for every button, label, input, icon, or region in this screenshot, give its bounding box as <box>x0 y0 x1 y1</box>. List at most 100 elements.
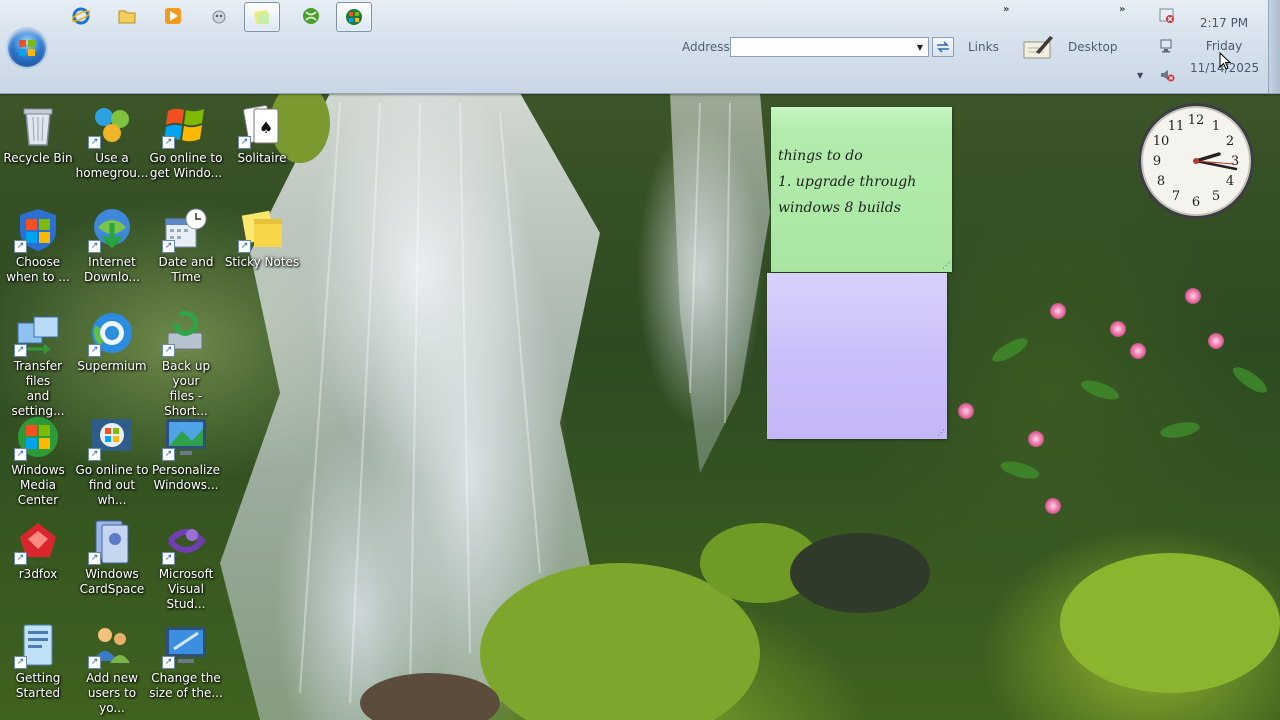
desktop-icon-label: Change the size of the... <box>149 671 223 700</box>
shortcut-arrow-icon: ↗ <box>14 552 27 565</box>
desktop-toolbar-icon[interactable] <box>1022 32 1054 60</box>
shortcut-arrow-icon: ↗ <box>162 448 175 461</box>
shortcut-arrow-icon: ↗ <box>14 656 27 669</box>
links-chevron[interactable]: » <box>1003 4 1009 15</box>
svg-text:11: 11 <box>1168 119 1185 134</box>
taskbar-windows-media-center[interactable] <box>336 2 372 32</box>
personalize-icon: ↗ <box>162 413 210 461</box>
sticky-notes-icon: ↗ <box>238 205 286 253</box>
desktop-icon-supermium[interactable]: ↗ Supermium <box>74 301 150 401</box>
desktop-icon-r3dfox[interactable]: ↗ r3dfox <box>0 509 76 609</box>
desktop-chevron[interactable]: » <box>1119 4 1125 15</box>
sticky-note-green[interactable]: things to do 1. upgrade through windows … <box>771 107 952 272</box>
xbox-icon <box>303 8 319 24</box>
supermium-icon: ↗ <box>88 309 136 357</box>
action-center-error-icon[interactable] <box>1159 8 1175 24</box>
desktop-icon-windows-media-center[interactable]: ↗ Windows Media Center <box>0 405 76 507</box>
taskbar: Address ▼ Links » Desktop » ▼ 2:17 PM Fr… <box>0 0 1280 94</box>
resize-grip-icon[interactable]: ⋰ <box>937 428 945 437</box>
recycle-bin-icon <box>14 101 62 149</box>
address-input-value[interactable] <box>731 42 734 56</box>
links-toolbar-label[interactable]: Links <box>968 40 999 54</box>
svg-text:4: 4 <box>1226 174 1234 189</box>
shortcut-arrow-icon: ↗ <box>162 344 175 357</box>
address-go-button[interactable] <box>932 37 954 57</box>
getting-started-icon: ↗ <box>14 621 62 669</box>
shortcut-arrow-icon: ↗ <box>162 552 175 565</box>
desktop-icon-recycle-bin[interactable]: Recycle Bin <box>0 93 76 193</box>
flower <box>1110 321 1126 337</box>
desktop-icon-users[interactable]: ↗ Add new users to yo... <box>74 613 150 715</box>
flower <box>1028 431 1044 447</box>
folder-icon <box>118 10 136 24</box>
go-arrows-icon <box>937 41 949 53</box>
flower <box>1050 303 1066 319</box>
desktop-icon-label: Solitaire <box>237 151 287 165</box>
svg-text:8: 8 <box>1157 174 1165 189</box>
desktop-icon-internet-download[interactable]: ↗ Internet Downlo... <box>74 197 150 297</box>
quicklaunch-game[interactable] <box>202 2 236 30</box>
desktop-icon-monitor[interactable]: ↗ Change the size of the... <box>148 613 224 713</box>
desktop-toolbar-label[interactable]: Desktop <box>1068 40 1118 54</box>
transfer-files-icon: ↗ <box>14 309 62 357</box>
tray-clock-time[interactable]: 2:17 PM <box>1190 16 1258 30</box>
quicklaunch-ie[interactable] <box>64 2 98 30</box>
desktop-icon-label: Windows Media Center <box>11 463 65 507</box>
desktop-icon-label: Internet Downlo... <box>84 255 140 284</box>
address-field[interactable]: ▼ <box>730 37 929 57</box>
start-button[interactable] <box>8 29 46 67</box>
sticky-notes-taskbar-icon <box>254 10 269 24</box>
desktop-icon-windows-logo[interactable]: ↗ Go online to get Windo... <box>148 93 224 193</box>
quicklaunch-xbox[interactable] <box>294 2 328 30</box>
desktop-icon-cardspace[interactable]: ↗ Windows CardSpace <box>74 509 150 609</box>
svg-text:♠: ♠ <box>259 118 273 137</box>
windows-flag-icon <box>19 40 35 56</box>
svg-text:9: 9 <box>1153 154 1161 169</box>
desktop-icon-sticky-notes[interactable]: ↗ Sticky Notes <box>224 197 300 297</box>
svg-text:6: 6 <box>1192 195 1200 210</box>
desktop-icon-personalize[interactable]: ↗ Personalize Windows... <box>148 405 224 505</box>
svg-text:2: 2 <box>1226 134 1234 149</box>
resize-grip-icon[interactable]: ⋰ <box>942 261 950 270</box>
shortcut-arrow-icon: ↗ <box>162 656 175 669</box>
address-dropdown-arrow-icon[interactable]: ▼ <box>913 39 927 55</box>
cardspace-icon: ↗ <box>88 517 136 565</box>
desktop-icon-windows-shield[interactable]: ↗ Choose when to ... <box>0 197 76 297</box>
desktop-icon-windows-online[interactable]: ↗ Go online to find out wh... <box>74 405 150 507</box>
desktop-icon-backup[interactable]: ↗ Back up your files - Short... <box>148 301 224 418</box>
desktop-icon-homegroup[interactable]: ↗ Use a homegrou... <box>74 93 150 193</box>
tray-clock-day[interactable]: Friday <box>1190 39 1258 53</box>
internet-download-icon: ↗ <box>88 205 136 253</box>
desktop-icon-label: Windows CardSpace <box>79 567 145 596</box>
tray-expand-arrow-icon[interactable]: ▼ <box>1137 71 1143 80</box>
sticky-note-text[interactable]: things to do 1. upgrade through windows … <box>778 143 916 221</box>
desktop-icon-getting-started[interactable]: ↗ Getting Started <box>0 613 76 713</box>
desktop-icon-date-time[interactable]: ↗ Date and Time <box>148 197 224 297</box>
desktop-icon-label: Supermium <box>77 359 147 373</box>
desktop-icon-label: Choose when to ... <box>6 255 70 284</box>
taskbar-edge <box>1268 0 1280 93</box>
mouse-cursor-icon <box>1219 52 1231 70</box>
flower <box>1208 333 1224 349</box>
windows-shield-icon: ↗ <box>14 205 62 253</box>
shortcut-arrow-icon: ↗ <box>162 240 175 253</box>
desktop-icon-label: Use a homegrou... <box>75 151 149 180</box>
svg-text:1: 1 <box>1212 119 1220 134</box>
desktop-icon-transfer-files[interactable]: ↗ Transfer files and setting... <box>0 301 76 418</box>
desktop-icon-label: Getting Started <box>15 671 61 700</box>
desktop-icon-label: Date and Time <box>158 255 214 284</box>
monitor-icon: ↗ <box>162 621 210 669</box>
desktop-icon-label: Recycle Bin <box>3 151 73 165</box>
shortcut-arrow-icon: ↗ <box>14 448 27 461</box>
quicklaunch-media-player[interactable] <box>156 2 190 30</box>
desktop-icon-visual-studio[interactable]: ↗ Microsoft Visual Stud... <box>148 509 224 611</box>
clock-gadget[interactable]: 12 12 345 678 91011 <box>1136 101 1256 221</box>
sticky-note-purple[interactable]: ⋰ <box>767 273 947 439</box>
windows-online-icon: ↗ <box>88 413 136 461</box>
windows-media-center-taskbar-icon <box>346 9 362 25</box>
taskbar-sticky-notes[interactable] <box>244 2 280 32</box>
desktop-icon-solitaire[interactable]: ♠ ↗ Solitaire <box>224 93 300 193</box>
quicklaunch-explorer[interactable] <box>110 2 144 30</box>
volume-muted-icon[interactable] <box>1159 67 1175 83</box>
network-icon[interactable] <box>1159 38 1175 54</box>
